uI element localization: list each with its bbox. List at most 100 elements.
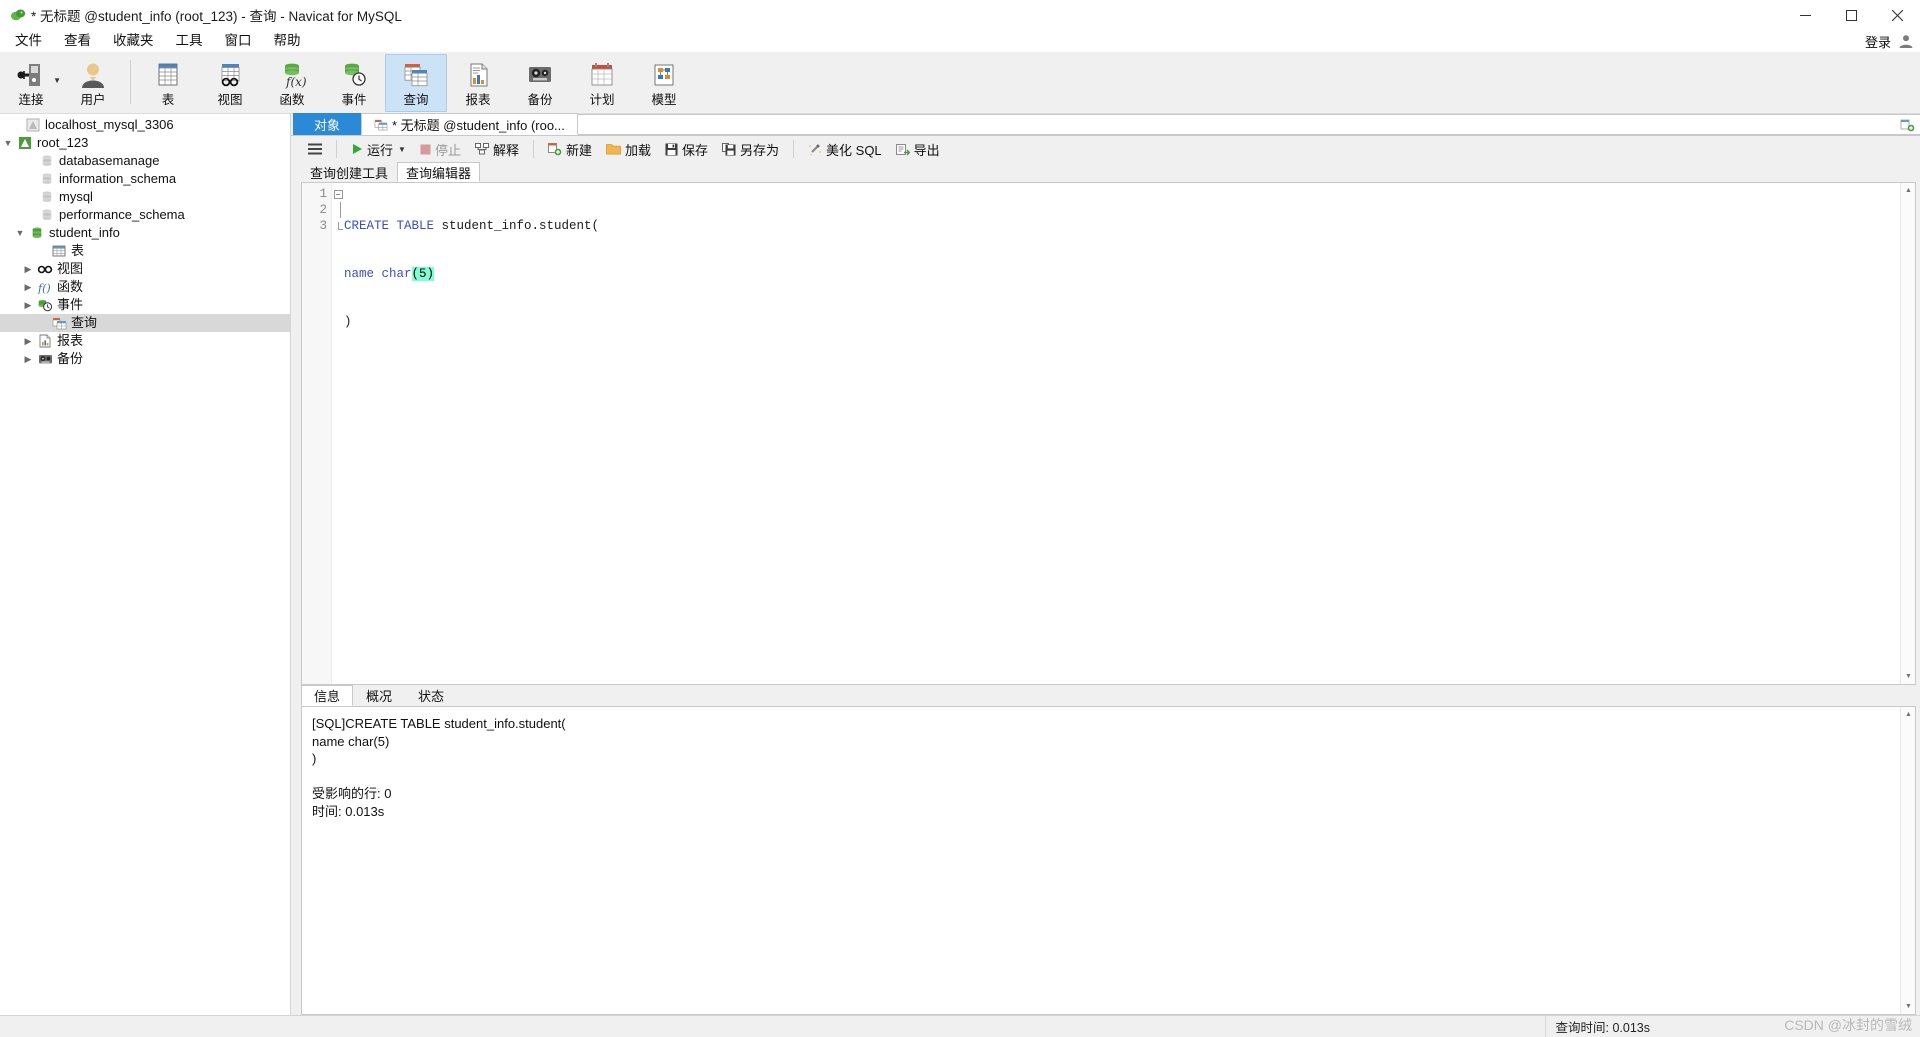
save-button[interactable]: 保存 <box>658 138 715 160</box>
tree-item-queries[interactable]: 查询 <box>0 314 290 332</box>
tree-item-label: performance_schema <box>59 207 185 222</box>
toolbar-event[interactable]: 事件 <box>323 54 385 112</box>
chevron-right-icon[interactable]: ▶ <box>20 350 36 368</box>
scroll-up-icon[interactable]: ▲ <box>1901 183 1915 198</box>
minimize-button[interactable] <box>1782 0 1828 30</box>
results-message-body[interactable]: [SQL]CREATE TABLE student_info.student( … <box>301 706 1916 1015</box>
navigation-sidebar: localhost_mysql_3306 ▼ root_123 database… <box>0 114 291 1015</box>
scroll-up-icon[interactable]: ▲ <box>1901 707 1915 722</box>
connection-gray-icon <box>24 116 42 134</box>
editor-vertical-scrollbar[interactable]: ▲ ▼ <box>1900 183 1915 684</box>
twisty-placeholder <box>34 242 50 260</box>
menu-bar: 文件 查看 收藏夹 工具 窗口 帮助 登录 <box>0 30 1920 52</box>
results-vertical-scrollbar[interactable]: ▲ ▼ <box>1900 707 1915 1014</box>
load-button[interactable]: 加载 <box>599 138 658 160</box>
save-as-label: 另存为 <box>740 142 780 158</box>
export-icon <box>895 143 910 156</box>
chevron-down-icon[interactable]: ▼ <box>398 145 406 154</box>
run-button[interactable]: 运行 ▼ <box>344 138 413 160</box>
tab-query-builder[interactable]: 查询创建工具 <box>301 162 397 182</box>
scroll-down-icon[interactable]: ▼ <box>1901 669 1915 684</box>
chevron-down-icon[interactable]: ▼ <box>12 224 28 242</box>
toolbar-model[interactable]: 模型 <box>633 54 695 112</box>
new-icon <box>547 142 562 156</box>
tree-item-student-info[interactable]: ▼ student_info <box>0 224 290 242</box>
beautify-sql-button[interactable]: 美化 SQL <box>801 138 889 160</box>
tab-strip-filler <box>577 114 1894 135</box>
tree-item-mysql[interactable]: mysql <box>0 188 290 206</box>
menu-view[interactable]: 查看 <box>53 30 102 52</box>
stop-button[interactable]: 停止 <box>413 138 468 160</box>
explain-button[interactable]: 解释 <box>468 138 526 160</box>
scroll-down-icon[interactable]: ▼ <box>1901 999 1915 1014</box>
toolbar-separator <box>532 140 534 158</box>
tree-item-localhost-mysql-3306[interactable]: localhost_mysql_3306 <box>0 116 290 134</box>
export-button[interactable]: 导出 <box>889 138 947 160</box>
account-avatar-icon[interactable] <box>1898 33 1914 49</box>
menu-window[interactable]: 窗口 <box>214 30 263 52</box>
chevron-right-icon[interactable]: ▶ <box>20 260 36 278</box>
toolbar-schedule[interactable]: 计划 <box>571 54 633 112</box>
tab-query-editor-label: 查询编辑器 <box>406 165 472 181</box>
message-line: name char(5) <box>312 733 390 749</box>
tree-item-tables[interactable]: 表 <box>0 242 290 260</box>
tree-item-information-schema[interactable]: information_schema <box>0 170 290 188</box>
toolbar-connection[interactable]: 连接 ▼ <box>0 54 62 112</box>
tab-message[interactable]: 信息 <box>301 685 354 706</box>
editor-fold-column[interactable]: − <box>332 183 344 684</box>
tree-item-performance-schema[interactable]: performance_schema <box>0 206 290 224</box>
tab-query-editor[interactable]: 查询编辑器 <box>397 162 481 182</box>
tree-item-backups[interactable]: ▶ 备份 <box>0 350 290 368</box>
tab-query-untitled[interactable]: * 无标题 @student_info (roo... <box>361 113 578 135</box>
menu-favorites[interactable]: 收藏夹 <box>102 30 165 52</box>
menu-tools[interactable]: 工具 <box>165 30 214 52</box>
fold-toggle[interactable]: − <box>332 186 344 202</box>
tree-item-databasemanage[interactable]: databasemanage <box>0 152 290 170</box>
message-line: [SQL]CREATE TABLE student_info.student( <box>312 716 566 731</box>
save-as-button[interactable]: 另存为 <box>715 138 786 160</box>
menu-help[interactable]: 帮助 <box>263 30 312 52</box>
tab-status[interactable]: 状态 <box>405 685 457 706</box>
tree-item-label: localhost_mysql_3306 <box>45 117 174 132</box>
editor-code-area[interactable]: CREATE TABLE student_info.student( name … <box>344 183 1915 684</box>
toolbar-separator <box>336 140 337 158</box>
tree-item-events[interactable]: ▶ 事件 <box>0 296 290 314</box>
new-query-button[interactable]: 新建 <box>541 138 599 160</box>
tab-objects[interactable]: 对象 <box>293 113 362 135</box>
menu-file[interactable]: 文件 <box>4 30 53 52</box>
toolbar-table[interactable]: 表 <box>137 54 199 112</box>
results-tab-strip: 信息 概况 状态 <box>291 685 1920 706</box>
toolbar-report[interactable]: 报表 <box>447 54 509 112</box>
chevron-right-icon[interactable]: ▶ <box>20 332 36 350</box>
maximize-button[interactable] <box>1828 0 1874 30</box>
tab-profile-label: 概况 <box>366 689 393 704</box>
export-label: 导出 <box>913 142 940 158</box>
toolbar-function[interactable]: f(x) 函数 <box>261 54 323 112</box>
sql-editor[interactable]: 1 2 3 − CREATE TABLE student_info.studen… <box>301 182 1916 685</box>
chevron-down-icon[interactable]: ▼ <box>0 134 16 152</box>
toolbar-backup[interactable]: 备份 <box>509 54 571 112</box>
load-icon <box>606 143 621 155</box>
tree-item-root-123[interactable]: ▼ root_123 <box>0 134 290 152</box>
tree-item-functions[interactable]: ▶ f() 函数 <box>0 278 290 296</box>
chevron-right-icon[interactable]: ▶ <box>20 278 36 296</box>
tab-status-label: 状态 <box>418 689 445 704</box>
svg-text:f(): f() <box>37 282 51 294</box>
twisty-placeholder <box>8 116 24 134</box>
toolbar-user[interactable]: 用户 <box>62 54 124 112</box>
save-as-icon <box>722 142 736 156</box>
tab-profile[interactable]: 概况 <box>353 685 405 706</box>
tree-item-views[interactable]: ▶ 视图 <box>0 260 290 278</box>
toolbar-view[interactable]: 视图 <box>199 54 261 112</box>
login-label[interactable]: 登录 <box>1865 32 1891 51</box>
chevron-right-icon[interactable]: ▶ <box>20 296 36 314</box>
tree-item-reports[interactable]: ▶ 报表 <box>0 332 290 350</box>
chevron-down-icon[interactable]: ▼ <box>53 76 61 85</box>
toolbar-query[interactable]: 查询 <box>385 54 447 112</box>
toolbar-query-label: 查询 <box>403 93 429 107</box>
editor-menu-button[interactable] <box>301 138 329 160</box>
editor-line-numbers: 1 2 3 <box>302 183 332 684</box>
run-label: 运行 <box>367 142 394 158</box>
close-button[interactable] <box>1874 0 1920 30</box>
new-tab-button[interactable] <box>1894 114 1920 135</box>
